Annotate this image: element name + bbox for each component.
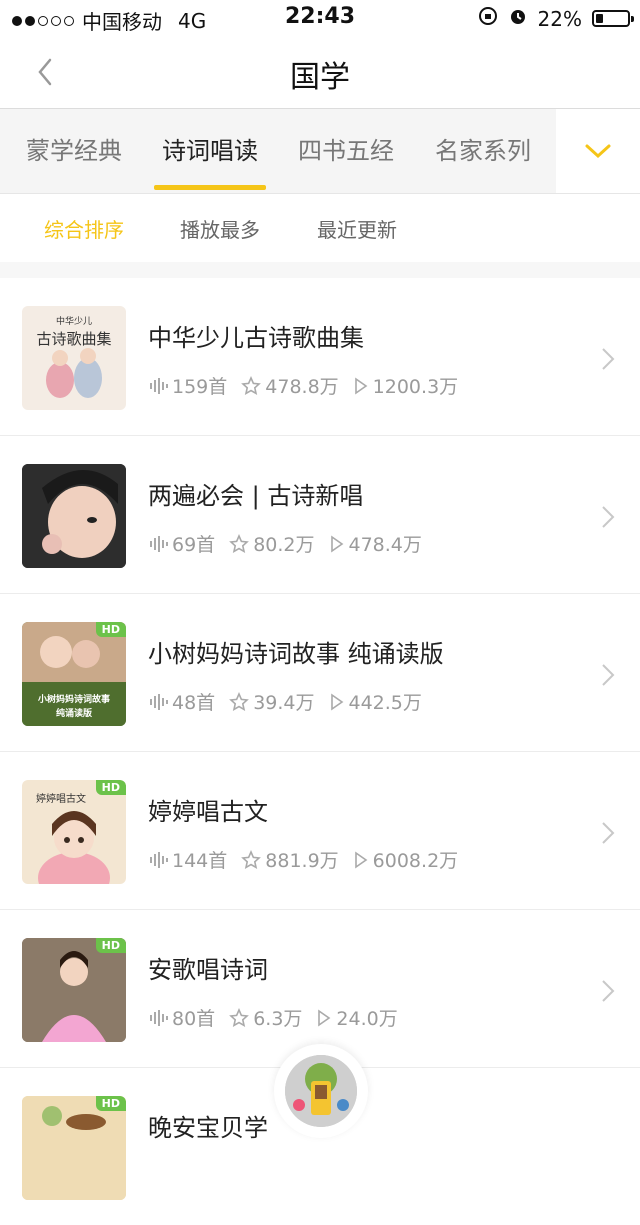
play-count: 6008.2万 <box>372 850 459 872</box>
tab-category-3[interactable]: 四书五经 <box>298 131 394 166</box>
chevron-right-icon <box>602 980 615 1002</box>
play-icon <box>330 534 343 553</box>
chevron-right-icon <box>602 506 615 528</box>
tracks-icon <box>150 851 168 868</box>
favorite-count: 478.8万 <box>265 376 339 398</box>
album-stats-4: 144首 881.9万 6008.2万 <box>148 846 472 873</box>
cover-caption-3b: 纯诵读版 <box>55 709 92 719</box>
play-count: 478.4万 <box>348 534 422 556</box>
album-stats-3: 48首 39.4万 442.5万 <box>148 688 436 715</box>
play-icon <box>354 376 368 395</box>
play-count: 1200.3万 <box>372 376 459 398</box>
album-cover-1: 中华少儿 古诗歌曲集 <box>22 306 126 410</box>
play-icon <box>318 1008 331 1027</box>
status-bar: 中国移动 4G 22:43 22% <box>0 0 640 36</box>
expand-categories-button[interactable] <box>556 109 640 193</box>
album-item-4[interactable]: 婷婷唱古文 HD 婷婷唱古文 144首 881.9万 6008.2万 <box>0 752 640 910</box>
hd-badge: HD <box>95 780 126 795</box>
album-cover-5: HD <box>22 938 126 1042</box>
page-title: 国学 <box>290 60 350 95</box>
star-icon <box>229 533 250 553</box>
album-stats-1: 159首 478.8万 1200.3万 <box>148 372 472 399</box>
sort-tabs: 综合排序 播放最多 最近更新 <box>0 194 640 262</box>
tracks-icon <box>150 1009 168 1026</box>
star-icon <box>229 1007 250 1027</box>
star-icon <box>229 691 250 711</box>
album-item-2[interactable]: 两遍必会 | 古诗新唱 69首 80.2万 478.4万 <box>0 436 640 594</box>
star-icon <box>241 849 262 869</box>
favorite-count: 6.3万 <box>253 1008 303 1030</box>
chevron-right-icon <box>602 822 615 844</box>
mini-player-button[interactable] <box>274 1044 368 1138</box>
tracks-icon <box>150 693 168 710</box>
tab-category-4[interactable]: 名家系列 <box>435 131 531 166</box>
rotation-lock-icon <box>478 6 498 31</box>
track-count: 48首 <box>172 692 216 714</box>
category-tabs: 蒙学经典 诗词唱读 四书五经 名家系列 <box>0 109 640 194</box>
album-title-1: 中华少儿古诗歌曲集 <box>148 324 364 352</box>
tracks-icon <box>150 377 168 394</box>
album-cover-4: 婷婷唱古文 HD <box>22 780 126 884</box>
favorite-count: 80.2万 <box>253 534 315 556</box>
album-cover-6: HD <box>22 1096 126 1200</box>
hd-badge: HD <box>95 1096 126 1111</box>
hd-badge: HD <box>95 622 126 637</box>
play-count: 24.0万 <box>336 1008 398 1030</box>
album-title-4: 婷婷唱古文 <box>148 798 268 826</box>
track-count: 80首 <box>172 1008 216 1030</box>
album-title-2: 两遍必会 | 古诗新唱 <box>148 482 364 510</box>
track-count: 69首 <box>172 534 216 556</box>
chevron-down-icon <box>585 144 611 159</box>
album-item-1[interactable]: 中华少儿 古诗歌曲集 中华少儿古诗歌曲集 159首 478.8万 1200.3万 <box>0 278 640 436</box>
tab-category-2[interactable]: 诗词唱读 <box>162 131 258 166</box>
battery-icon <box>592 10 634 27</box>
favorite-count: 39.4万 <box>253 692 315 714</box>
album-cover-2 <box>22 464 126 568</box>
play-icon <box>354 850 368 869</box>
star-icon <box>241 375 262 395</box>
album-title-5: 安歌唱诗词 <box>148 956 268 984</box>
cover-caption-3a: 小树妈妈诗词故事 <box>37 695 110 705</box>
album-stats-5: 80首 6.3万 24.0万 <box>148 1004 412 1031</box>
nav-bar: 国学 <box>0 36 640 109</box>
play-icon <box>330 692 343 711</box>
tab-category-1[interactable]: 蒙学经典 <box>26 131 122 166</box>
sort-most-played[interactable]: 播放最多 <box>180 214 260 243</box>
active-tab-indicator <box>154 185 266 190</box>
sort-recently-updated[interactable]: 最近更新 <box>317 214 397 243</box>
album-stats-2: 69首 80.2万 478.4万 <box>148 530 436 557</box>
track-count: 144首 <box>172 850 228 872</box>
favorite-count: 881.9万 <box>265 850 339 872</box>
battery-percent: 22% <box>537 6 582 31</box>
album-item-3[interactable]: 小树妈妈诗词故事 纯诵读版 HD 小树妈妈诗词故事 纯诵读版 48首 39.4万… <box>0 594 640 752</box>
section-divider <box>0 262 640 278</box>
hd-badge: HD <box>95 938 126 953</box>
sort-comprehensive[interactable]: 综合排序 <box>44 214 124 243</box>
alarm-icon <box>508 6 528 31</box>
play-count: 442.5万 <box>348 692 422 714</box>
track-count: 159首 <box>172 376 228 398</box>
album-title-3: 小树妈妈诗词故事 纯诵读版 <box>148 640 444 668</box>
tracks-icon <box>150 535 168 552</box>
chevron-right-icon <box>602 348 615 370</box>
cover-caption-4: 婷婷唱古文 <box>36 794 86 805</box>
now-playing-cover <box>285 1055 357 1127</box>
album-cover-3: 小树妈妈诗词故事 纯诵读版 HD <box>22 622 126 726</box>
chevron-right-icon <box>602 664 615 686</box>
